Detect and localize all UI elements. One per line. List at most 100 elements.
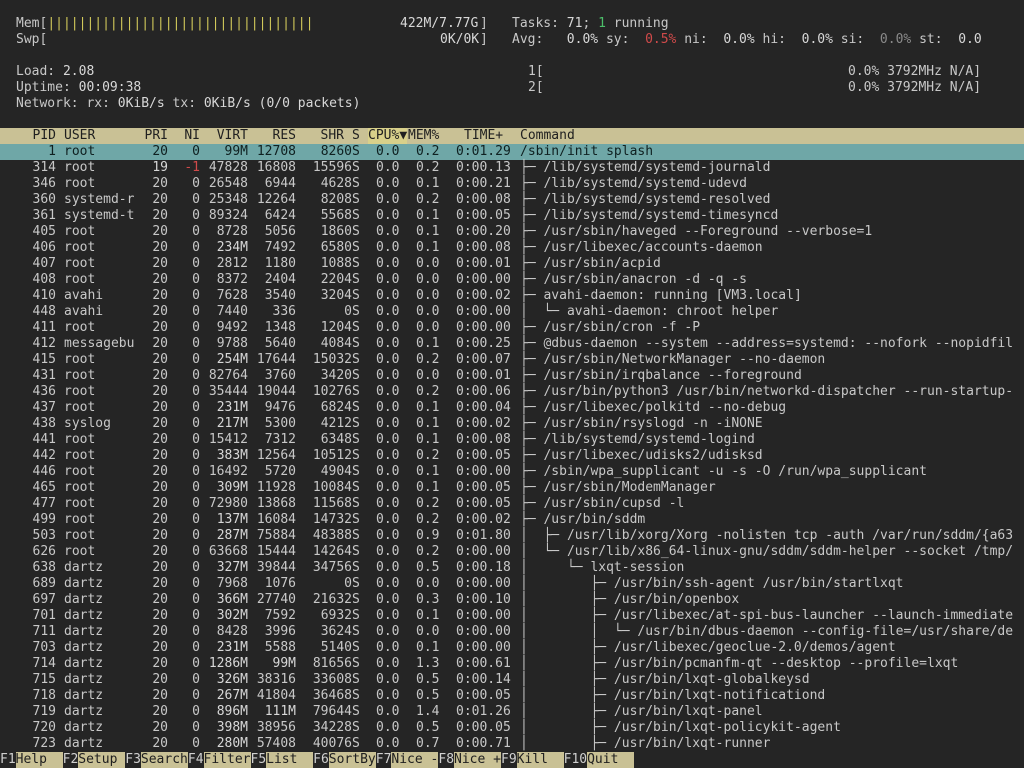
process-pid: 638 bbox=[32, 560, 56, 575]
process-row[interactable]: 406 root 20 0 234M 7492 6580 S 0.0 0.1 0:00.08 ├─ /… bbox=[0, 240, 1024, 256]
process-row[interactable]: 405 root 20 0 8728 5056 1860 S 0.0 0.1 0:00.20 ├─ /… bbox=[0, 224, 1024, 240]
process-row[interactable]: 689 dartz 20 0 7968 1076 0 S 0.0 0.0 0:00.00 │ ├─ /… bbox=[0, 576, 1024, 592]
process-pid: 697 bbox=[32, 592, 56, 607]
fkey-key: F6 bbox=[313, 752, 329, 767]
col-state[interactable]: S bbox=[352, 128, 360, 144]
process-pid: 499 bbox=[32, 512, 56, 527]
process-row[interactable]: 703 dartz 20 0 231M 5588 5140 S 0.0 0.1 0:00.00 │ ├… bbox=[0, 640, 1024, 656]
process-row[interactable]: 407 root 20 0 2812 1180 1088 S 0.0 0.0 0:00.01 ├─ /… bbox=[0, 256, 1024, 272]
process-row[interactable]: 437 root 20 0 231M 9476 6824 S 0.0 0.1 0:00.04 ├─ /… bbox=[0, 400, 1024, 416]
process-row[interactable]: 442 root 20 0 383M 12564 10512 S 0.0 0.2 0:00.05 ├─… bbox=[0, 448, 1024, 464]
process-row[interactable]: 477 root 20 0 72980 13868 11568 S 0.0 0.2 0:00.05 ├… bbox=[0, 496, 1024, 512]
process-row[interactable]: 723 dartz 20 0 280M 57408 40076 S 0.0 0.7 0:00.71 │… bbox=[0, 736, 1024, 752]
process-row[interactable]: 719 dartz 20 0 896M 111M 79644 S 0.0 1.4 0:01.26 │ … bbox=[0, 704, 1024, 720]
process-s: S bbox=[352, 224, 360, 239]
fkey-f7[interactable]: F7Nice - bbox=[376, 752, 439, 768]
process-ni: 0 bbox=[192, 192, 200, 207]
process-row[interactable]: 701 dartz 20 0 302M 7592 6932 S 0.0 0.1 0:00.00 │ ├… bbox=[0, 608, 1024, 624]
process-res: 13868 bbox=[256, 496, 296, 511]
process-row[interactable]: 1 root 20 0 99M 12708 8260 S 0.0 0.2 0:01.29/sbin/… bbox=[0, 144, 1024, 160]
process-row[interactable]: 638 dartz 20 0 327M 39844 34756 S 0.0 0.5 0:00.18 │… bbox=[0, 560, 1024, 576]
process-row[interactable]: 465 root 20 0 309M 11928 10084 S 0.0 0.1 0:00.05 ├─… bbox=[0, 480, 1024, 496]
process-row[interactable]: 410 avahi 20 0 7628 3540 3204 S 0.0 0.0 0:00.02 ├─ … bbox=[0, 288, 1024, 304]
process-pri: 20 bbox=[152, 512, 168, 527]
fkey-f10[interactable]: F10Quit bbox=[564, 752, 635, 768]
col-mem[interactable]: MEM% bbox=[408, 128, 439, 144]
fkey-f9[interactable]: F9Kill bbox=[501, 752, 564, 768]
process-virt: 309M bbox=[216, 480, 248, 495]
process-time: 0:00.05 bbox=[456, 448, 511, 463]
process-row[interactable]: 697 dartz 20 0 366M 27740 21632 S 0.0 0.3 0:00.10 │… bbox=[0, 592, 1024, 608]
process-row[interactable]: 408 root 20 0 8372 2404 2204 S 0.0 0.0 0:00.00 ├─ /… bbox=[0, 272, 1024, 288]
process-time: 0:00.07 bbox=[456, 352, 511, 367]
process-row[interactable]: 714 dartz 20 0 1286M 99M 81656 S 0.0 1.3 0:00.61 │ … bbox=[0, 656, 1024, 672]
process-pid: 346 bbox=[32, 176, 56, 191]
process-row[interactable]: 360 systemd-r 20 0 25348 12264 8208 S 0.0 0.2 0:00… bbox=[0, 192, 1024, 208]
col-cpu[interactable]: CPU%▼ bbox=[368, 128, 408, 144]
fkey-f4[interactable]: F4Filter bbox=[188, 752, 251, 768]
fkey-f2[interactable]: F2Setup bbox=[63, 752, 126, 768]
process-user: dartz bbox=[64, 608, 104, 623]
process-row[interactable]: 438 syslog 20 0 217M 5300 4212 S 0.0 0.1 0:00.02 ├─… bbox=[0, 416, 1024, 432]
process-cpu: 0.0 bbox=[376, 304, 400, 319]
col-shr[interactable]: SHR bbox=[304, 128, 344, 144]
process-res: 19044 bbox=[256, 384, 296, 399]
process-row[interactable]: 441 root 20 0 15412 7312 6348 S 0.0 0.1 0:00.08 ├─ … bbox=[0, 432, 1024, 448]
process-user: root bbox=[64, 512, 96, 527]
process-row[interactable]: 448 avahi 20 0 7440 336 0 S 0.0 0.0 0:00.00 │ └─ av… bbox=[0, 304, 1024, 320]
process-command: ├─ /lib/systemd/systemd-logind bbox=[520, 432, 755, 448]
process-command: ├─ @dbus-daemon --system --address=syste… bbox=[520, 336, 1013, 352]
process-row[interactable]: 431 root 20 0 82764 3760 3420 S 0.0 0.0 0:00.01 ├─ … bbox=[0, 368, 1024, 384]
process-command: │ ├─ /usr/bin/lxqt-notificationd bbox=[520, 688, 825, 704]
col-virt[interactable]: VIRT bbox=[208, 128, 248, 144]
fkey-f5[interactable]: F5List bbox=[251, 752, 314, 768]
process-shr: 15032 bbox=[312, 352, 352, 367]
process-virt: 137M bbox=[216, 512, 248, 527]
process-row[interactable]: 715 dartz 20 0 326M 38316 33608 S 0.0 0.5 0:00.14 │… bbox=[0, 672, 1024, 688]
process-tree-branch: │ ├─ bbox=[520, 592, 614, 607]
process-row[interactable]: 412 messagebu 20 0 9788 5640 4084 S 0.0 0.1 0:00.2… bbox=[0, 336, 1024, 352]
cpu2-value: 0.0% 3792MHz N/A] bbox=[848, 80, 982, 95]
process-user: systemd-t bbox=[64, 208, 135, 223]
process-s: S bbox=[352, 512, 360, 527]
fkey-f6[interactable]: F6SortBy bbox=[313, 752, 376, 768]
process-row[interactable]: 720 dartz 20 0 398M 38956 34228 S 0.0 0.5 0:00.05 │… bbox=[0, 720, 1024, 736]
process-row[interactable]: 361 systemd-t 20 0 89324 6424 5568 S 0.0 0.1 0:00.… bbox=[0, 208, 1024, 224]
process-row[interactable]: 346 root 20 0 26548 6944 4628 S 0.0 0.1 0:00.21 ├─ … bbox=[0, 176, 1024, 192]
process-cpu: 0.0 bbox=[376, 624, 400, 639]
col-res[interactable]: RES bbox=[256, 128, 296, 144]
process-pid: 626 bbox=[32, 544, 56, 559]
process-row[interactable]: 499 root 20 0 137M 16084 14732 S 0.0 0.2 0:00.02 ├─… bbox=[0, 512, 1024, 528]
process-row[interactable]: 411 root 20 0 9492 1348 1204 S 0.0 0.0 0:00.00 ├─ /… bbox=[0, 320, 1024, 336]
process-mem: 0.1 bbox=[416, 416, 440, 431]
process-tree-branch: │ ├─ bbox=[520, 672, 614, 687]
process-row[interactable]: 718 dartz 20 0 267M 41804 36468 S 0.0 0.5 0:00.05 │… bbox=[0, 688, 1024, 704]
process-virt: 35444 bbox=[208, 384, 248, 399]
process-virt: 9492 bbox=[216, 320, 248, 335]
process-row[interactable]: 711 dartz 20 0 8428 3996 3624 S 0.0 0.0 0:00.00 │ │… bbox=[0, 624, 1024, 640]
process-shr: 79644 bbox=[312, 704, 352, 719]
col-user[interactable]: USER bbox=[64, 128, 95, 144]
process-row[interactable]: 314 root 19 -1 47828 16808 15596 S 0.0 0.2 0:00.13… bbox=[0, 160, 1024, 176]
col-pri[interactable]: PRI bbox=[136, 128, 168, 144]
process-user: dartz bbox=[64, 640, 104, 655]
fkey-f1[interactable]: F1Help bbox=[0, 752, 63, 768]
fkey-label: SortBy bbox=[328, 752, 376, 768]
col-ni[interactable]: NI bbox=[176, 128, 200, 144]
fkey-f3[interactable]: F3Search bbox=[125, 752, 188, 768]
process-row[interactable]: 446 root 20 0 16492 5720 4904 S 0.0 0.1 0:00.00 ├─ … bbox=[0, 464, 1024, 480]
process-virt: 8728 bbox=[216, 224, 248, 239]
process-list[interactable]: 1 root 20 0 99M 12708 8260 S 0.0 0.2 0:01.29/sbin/… bbox=[0, 144, 1024, 752]
process-tree-branch: ├─ bbox=[520, 448, 544, 463]
process-row[interactable]: 503 root 20 0 287M 75884 48388 S 0.0 0.9 0:01.80 │ … bbox=[0, 528, 1024, 544]
col-pid[interactable]: PID bbox=[0, 128, 56, 144]
col-command[interactable]: Command bbox=[520, 128, 575, 144]
process-tree-branch: ├─ bbox=[520, 464, 544, 479]
process-row[interactable]: 626 root 20 0 63668 15444 14264 S 0.0 0.2 0:00.00 │… bbox=[0, 544, 1024, 560]
fkey-f8[interactable]: F8Nice + bbox=[438, 752, 501, 768]
process-command: ├─ /usr/sbin/NetworkManager --no-daemon bbox=[520, 352, 825, 368]
col-time[interactable]: TIME+ bbox=[464, 128, 503, 144]
cpu1-label: 1[ bbox=[528, 64, 544, 79]
process-row[interactable]: 415 root 20 0 254M 17644 15032 S 0.0 0.2 0:00.07 ├─… bbox=[0, 352, 1024, 368]
process-row[interactable]: 436 root 20 0 35444 19044 10276 S 0.0 0.2 0:00.06 ├… bbox=[0, 384, 1024, 400]
